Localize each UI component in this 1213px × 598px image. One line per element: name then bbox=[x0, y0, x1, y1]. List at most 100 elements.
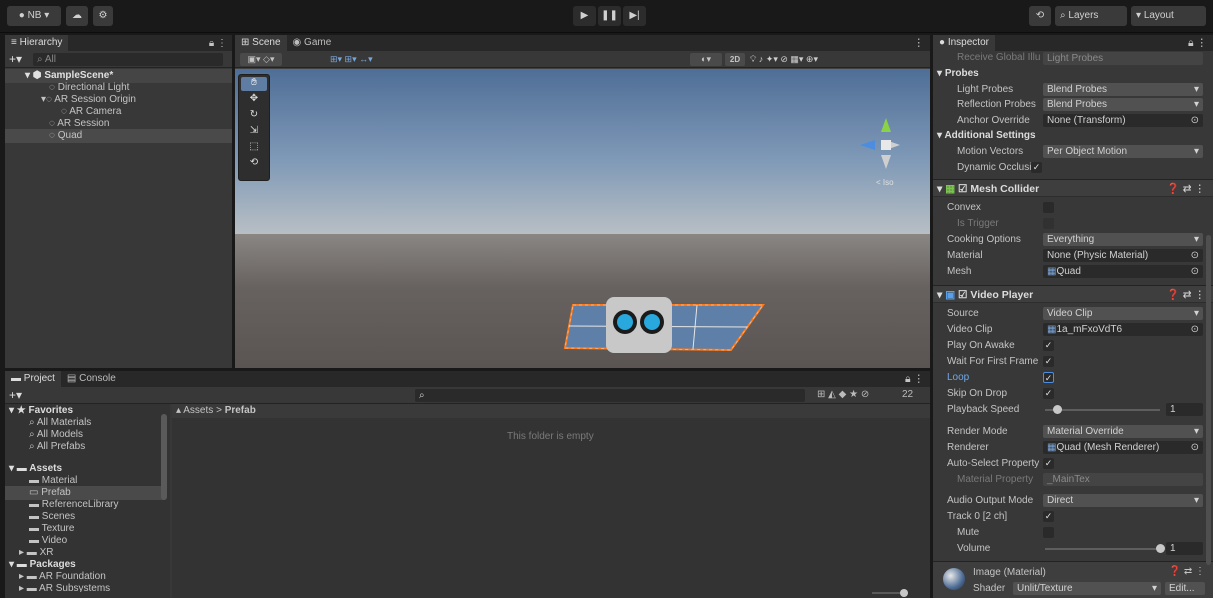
wait-first-frame-checkbox[interactable]: ✓ bbox=[1043, 356, 1054, 367]
folder-icon: ▾ ▬ bbox=[9, 559, 27, 570]
hierarchy-search-input[interactable]: ⌕ All bbox=[33, 53, 223, 66]
scene-tabbar: ⊞ Scene ◉ Game ⋮ bbox=[235, 35, 930, 51]
volume-slider[interactable] bbox=[1045, 548, 1160, 550]
history-button[interactable]: ⟲ bbox=[1029, 6, 1051, 26]
favorite-item[interactable]: ⌕ All Prefabs bbox=[29, 440, 85, 454]
component-menu-icon[interactable]: ❓ ⇄ ⋮ bbox=[1167, 286, 1205, 304]
component-menu-icon[interactable]: ❓ ⇄ ⋮ bbox=[1167, 180, 1205, 198]
tab-hierarchy[interactable]: ≡ Hierarchy bbox=[5, 35, 69, 51]
cloud-button[interactable]: ☁ bbox=[66, 6, 88, 26]
receive-gi-dropdown[interactable]: Light Probes bbox=[1043, 52, 1203, 65]
motion-vectors-dropdown[interactable]: Per Object Motion ▾ bbox=[1043, 145, 1203, 158]
more-icon[interactable]: ⋮ bbox=[914, 37, 931, 49]
add-icon[interactable]: +▾ bbox=[9, 52, 22, 66]
assets-label: Assets bbox=[29, 463, 63, 474]
volume-input[interactable]: 1 bbox=[1166, 542, 1203, 555]
lock-icon[interactable]: 🔒︎ ⋮ bbox=[905, 373, 930, 386]
play-button[interactable]: ▶ bbox=[573, 6, 596, 26]
object-picker-icon[interactable]: ⊙ bbox=[1191, 249, 1199, 262]
probes-header[interactable]: ▾ Probes bbox=[937, 68, 979, 79]
tree-scrollbar[interactable] bbox=[161, 414, 167, 500]
play-on-awake-checkbox[interactable]: ✓ bbox=[1043, 340, 1054, 351]
rect-tool-icon[interactable]: ⬚ bbox=[241, 141, 267, 155]
render-mode-dropdown[interactable]: Material Override ▾ bbox=[1043, 425, 1203, 438]
mesh-field[interactable]: ▦Quad ⊙ bbox=[1043, 265, 1203, 278]
volume-thumb[interactable] bbox=[1156, 544, 1165, 553]
dynamic-occlusion-checkbox[interactable]: ✓ bbox=[1031, 162, 1042, 173]
breadcrumb-root[interactable]: Assets bbox=[183, 405, 213, 416]
cooking-options-dropdown[interactable]: Everything ▾ bbox=[1043, 233, 1203, 246]
collab-icon: ⚙ bbox=[98, 10, 108, 21]
material-property-dropdown[interactable]: _MainTex bbox=[1043, 473, 1203, 486]
draw-mode-dropdown[interactable]: ▣▾ ◇▾ bbox=[240, 53, 282, 66]
object-picker-icon[interactable]: ⊙ bbox=[1191, 441, 1199, 454]
auto-select-checkbox[interactable]: ✓ bbox=[1043, 458, 1054, 469]
scene-view-toggles[interactable]: 💡︎ ♪ ✦▾ ⊘ ▦▾ ⊕▾ bbox=[750, 53, 925, 66]
asset-folder-label: Material bbox=[41, 475, 78, 486]
rotate-tool-icon[interactable]: ↻ bbox=[241, 109, 267, 123]
hand-tool-icon[interactable]: ✋︎ bbox=[241, 77, 267, 91]
orientation-gizmo[interactable]: < Iso bbox=[860, 118, 900, 187]
add-icon[interactable]: +▾ bbox=[9, 388, 22, 402]
material-section: Image (Material) Shader Unlit/Texture ▾ E… bbox=[933, 561, 1213, 598]
component-menu-icon[interactable]: ❓ ⇄ ⋮ bbox=[1169, 566, 1205, 577]
move-tool-icon[interactable]: ✥ bbox=[241, 93, 267, 107]
pause-button[interactable]: ❚❚ bbox=[598, 6, 621, 26]
tab-project[interactable]: ▬ Project bbox=[5, 371, 61, 387]
source-dropdown[interactable]: Video Clip ▾ bbox=[1043, 307, 1203, 320]
reflection-probes-dropdown[interactable]: Blend Probes ▾ bbox=[1043, 98, 1203, 111]
tab-console[interactable]: ▤ Console bbox=[60, 371, 122, 387]
renderer-field[interactable]: ▦Quad (Mesh Renderer) ⊙ bbox=[1043, 441, 1203, 454]
tab-game[interactable]: ◉ Game bbox=[286, 35, 338, 51]
zoom-slider-thumb[interactable] bbox=[900, 589, 908, 597]
mute-checkbox[interactable] bbox=[1043, 527, 1054, 538]
lock-icon[interactable]: 🔒︎ ⋮ bbox=[209, 38, 232, 49]
playback-speed-slider[interactable] bbox=[1045, 409, 1160, 411]
skip-on-drop-checkbox[interactable]: ✓ bbox=[1043, 388, 1054, 399]
object-picker-icon[interactable]: ⊙ bbox=[1191, 265, 1199, 278]
edit-shader-button[interactable]: Edit... bbox=[1165, 582, 1205, 595]
layout-dropdown[interactable]: ▾ Layout bbox=[1131, 6, 1206, 26]
playback-speed-input[interactable]: 1 bbox=[1166, 403, 1203, 416]
hierarchy-item-label: AR Session bbox=[57, 118, 110, 129]
snap-tools[interactable]: ⊞▾ ⊞▾ ↔▾ bbox=[330, 53, 415, 66]
step-button[interactable]: ▶| bbox=[623, 6, 646, 26]
tab-scene[interactable]: ⊞ Scene bbox=[235, 35, 287, 51]
light-probes-dropdown[interactable]: Blend Probes ▾ bbox=[1043, 83, 1203, 96]
is-trigger-checkbox[interactable] bbox=[1043, 218, 1054, 229]
video-player-header[interactable]: ▾ ▣ ☑ Video Player ❓ ⇄ ⋮ bbox=[933, 285, 1213, 303]
collab-button[interactable]: ⚙ bbox=[93, 6, 113, 26]
scene-viewport[interactable]: < Iso ✋︎ ✥ ↻ ⇲ ⬚ ⟲ bbox=[235, 69, 930, 368]
transform-tool-icon[interactable]: ⟲ bbox=[241, 157, 267, 171]
convex-checkbox[interactable] bbox=[1043, 202, 1054, 213]
object-picker-icon[interactable]: ⊙ bbox=[1191, 323, 1199, 336]
physic-material-field[interactable]: None (Physic Material) ⊙ bbox=[1043, 249, 1203, 262]
hierarchy-item[interactable]: ◌ Quad bbox=[5, 129, 232, 143]
audio-output-dropdown[interactable]: Direct ▾ bbox=[1043, 494, 1203, 507]
loop-checkbox[interactable]: ✓ bbox=[1043, 372, 1054, 383]
playback-speed-thumb[interactable] bbox=[1052, 405, 1062, 414]
account-button[interactable]: ● NB ▾ bbox=[7, 6, 61, 26]
object-picker-icon[interactable]: ⊙ bbox=[1191, 114, 1199, 127]
mesh-collider-icon: ▾ ▦ ☑ bbox=[937, 183, 968, 195]
shader-dropdown[interactable]: Unlit/Texture ▾ bbox=[1013, 582, 1161, 595]
lock-icon[interactable]: 🔒︎ ⋮ bbox=[1188, 37, 1213, 50]
breadcrumb-leaf[interactable]: Prefab bbox=[225, 405, 256, 416]
tab-inspector[interactable]: ● Inspector bbox=[933, 35, 995, 51]
inspector-scrollbar[interactable] bbox=[1206, 235, 1211, 565]
scale-tool-icon[interactable]: ⇲ bbox=[241, 125, 267, 139]
project-filter-icons[interactable]: ⊞ ◭ ◆ ★ ⊘ bbox=[817, 389, 869, 400]
layers-dropdown[interactable]: ⌕ Layers bbox=[1055, 6, 1127, 26]
video-clip-field[interactable]: ▦1a_mFxoVdT6 ⊙ bbox=[1043, 323, 1203, 336]
asset-folder-label: Prefab bbox=[41, 487, 71, 498]
audio-output-value: Direct bbox=[1047, 495, 1074, 506]
project-search-input[interactable]: ⌕ bbox=[415, 389, 805, 402]
mesh-collider-header[interactable]: ▾ ▦ ☑ Mesh Collider ❓ ⇄ ⋮ bbox=[933, 179, 1213, 197]
package-folder[interactable]: ▸ ▬ AR Subsystems bbox=[19, 582, 110, 592]
mode-2d-button[interactable]: 2D bbox=[725, 53, 745, 66]
tab-project-label: Project bbox=[23, 373, 55, 384]
track-checkbox[interactable]: ✓ bbox=[1043, 511, 1054, 522]
shading-dropdown[interactable]: ◐▾ bbox=[690, 53, 722, 66]
anchor-override-field[interactable]: None (Transform) ⊙ bbox=[1043, 114, 1203, 127]
additional-settings-header[interactable]: ▾ Additional Settings bbox=[937, 130, 1036, 141]
